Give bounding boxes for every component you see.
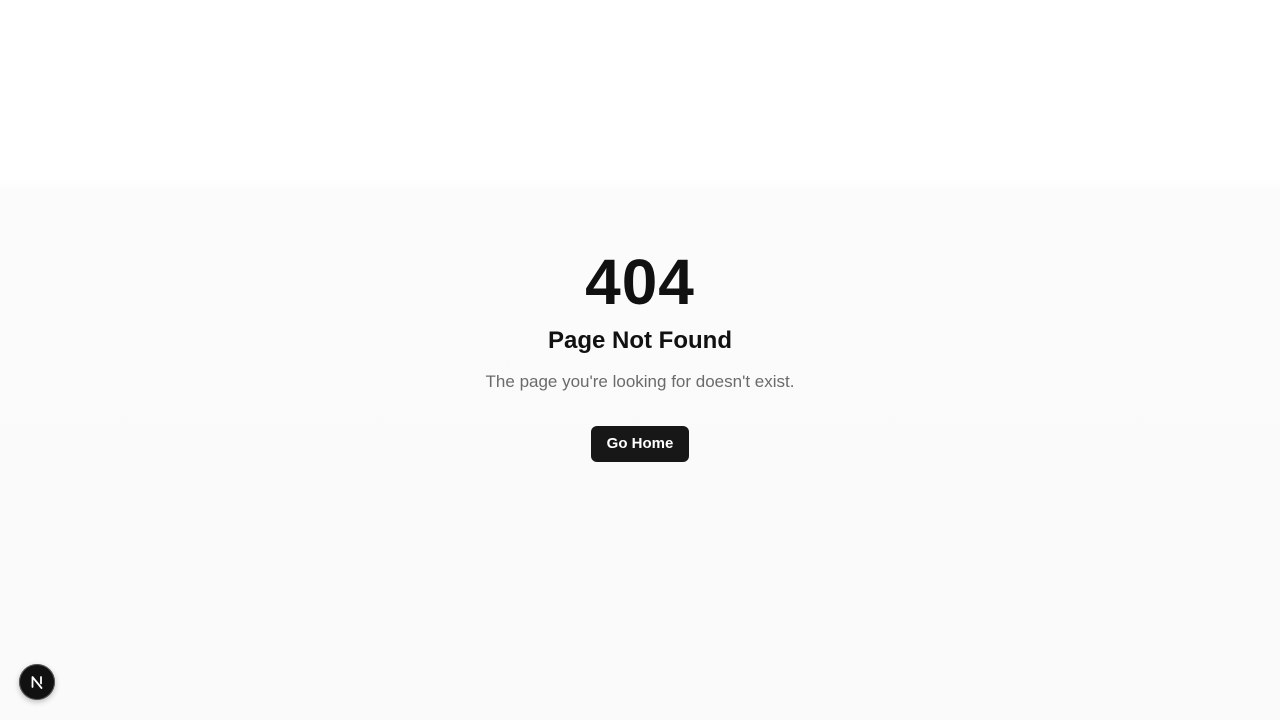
error-content: 404 Page Not Found The page you're looki…	[0, 248, 1280, 462]
error-title: Page Not Found	[548, 327, 732, 354]
not-found-page: 404 Page Not Found The page you're looki…	[0, 0, 1280, 720]
nextjs-dev-indicator[interactable]	[19, 664, 55, 700]
error-message: The page you're looking for doesn't exis…	[485, 372, 795, 391]
nextjs-logo-icon	[31, 676, 43, 689]
go-home-button[interactable]: Go Home	[590, 426, 690, 462]
error-code: 404	[585, 246, 695, 318]
